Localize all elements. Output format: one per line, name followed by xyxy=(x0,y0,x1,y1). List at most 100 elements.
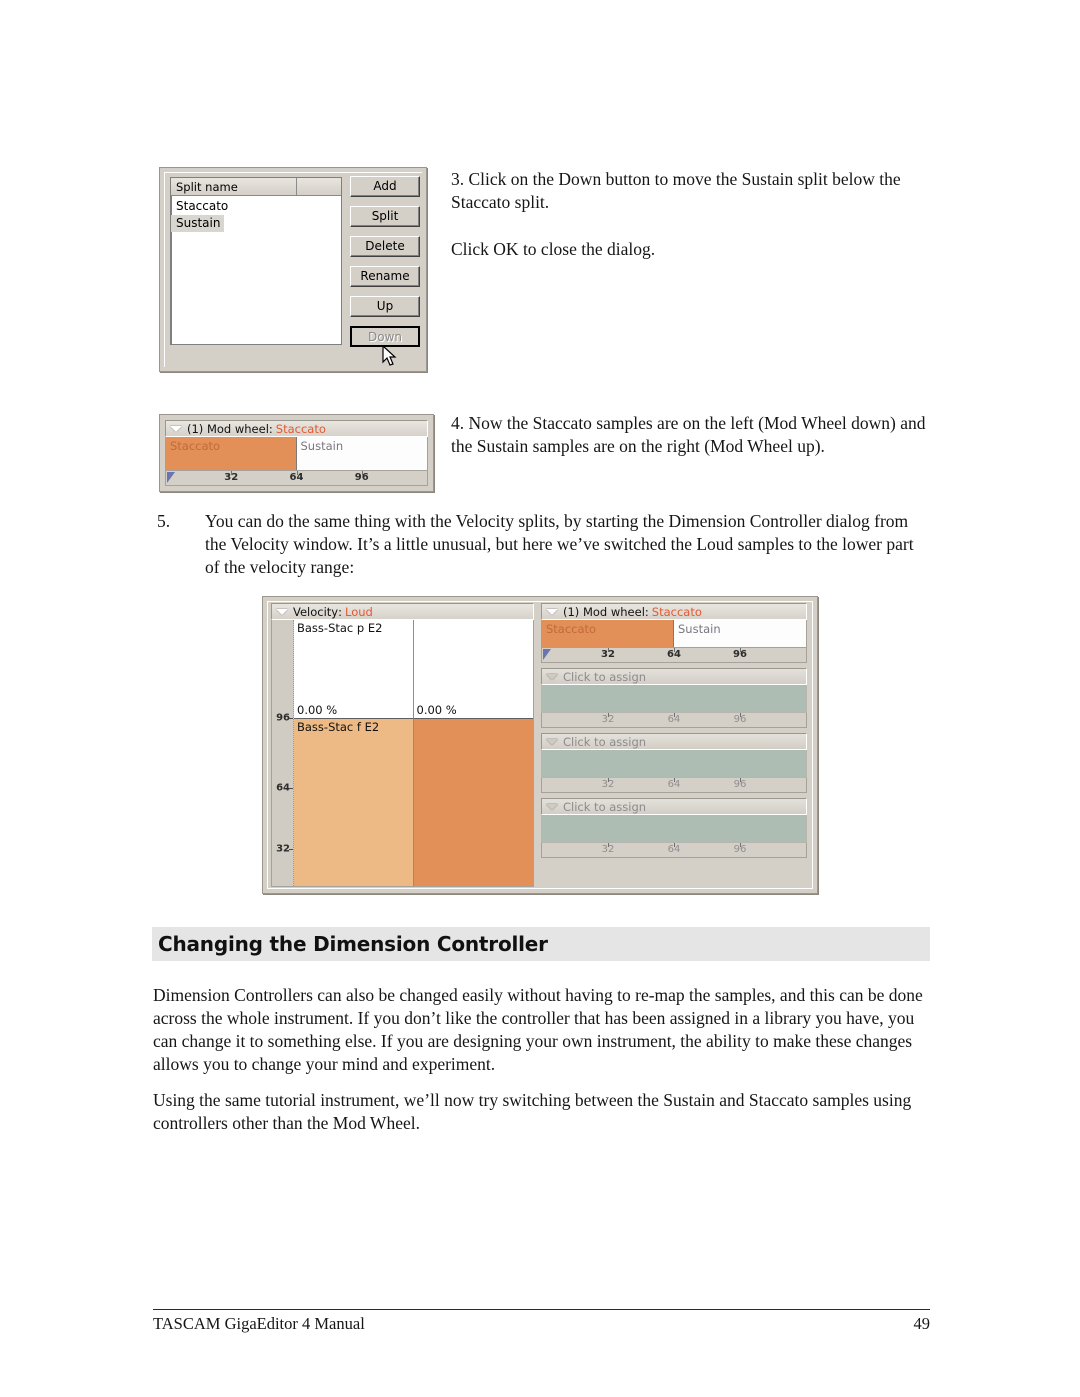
velocity-axis: 96 64 32 xyxy=(272,620,294,886)
split-button[interactable]: Split xyxy=(350,206,420,227)
velocity-title-separator: : xyxy=(338,604,342,619)
list-item-label-selected[interactable]: Sustain xyxy=(171,215,225,232)
zone-sustain[interactable]: Sustain xyxy=(296,437,427,470)
velocity-cell-percent: 0.00 % xyxy=(297,703,338,718)
step-3-text: 3. Click on the Down button to move the … xyxy=(451,168,926,285)
dimension-ruler: 32 64 96 xyxy=(541,648,807,663)
dimension-controller-stack: (1) Mod wheel : Staccato Staccato Sustai… xyxy=(541,603,807,887)
step-5-text: You can do the same thing with the Veloc… xyxy=(205,510,929,579)
mod-wheel-title-bar[interactable]: (1) Mod wheel : Staccato xyxy=(165,420,428,437)
step-3-paragraph-2: Click OK to close the dialog. xyxy=(451,239,656,260)
velocity-axis-tick xyxy=(289,718,293,720)
step-5-paragraph: You can do the same thing with the Veloc… xyxy=(205,511,914,578)
step-4-text: 4. Now the Staccato samples are on the l… xyxy=(451,412,926,458)
split-list-dialog-screenshot: Split name Staccato Sustain Add Split De… xyxy=(159,167,427,372)
dimension-zone-area-empty[interactable] xyxy=(541,750,807,778)
dimension-ruler: 32 64 96 xyxy=(541,843,807,858)
section-heading: Changing the Dimension Controller xyxy=(152,927,930,961)
chevron-down-icon[interactable] xyxy=(546,738,558,745)
click-to-assign-title-bar[interactable]: Click to assign xyxy=(541,798,807,815)
ruler-label: 96 xyxy=(354,472,369,483)
dimension-zone-area-empty[interactable] xyxy=(541,815,807,843)
down-button[interactable]: Down xyxy=(350,326,420,347)
ruler-label: 64 xyxy=(667,649,681,660)
velocity-cell-label: Bass-Stac p E2 xyxy=(297,621,383,635)
split-name-listbox[interactable]: Split name Staccato Sustain xyxy=(170,177,342,345)
velocity-cell-lower-right[interactable] xyxy=(413,718,533,886)
mod-wheel-widget-screenshot: (1) Mod wheel : Staccato Staccato Sustai… xyxy=(159,414,434,492)
velocity-title-bar[interactable]: Velocity : Loud xyxy=(271,603,534,620)
ruler-label: 32 xyxy=(601,714,615,725)
page-footer: TASCAM GigaEditor 4 Manual 49 xyxy=(153,1314,930,1334)
velocity-title-value: Loud xyxy=(345,604,373,619)
list-item[interactable]: Sustain xyxy=(171,214,341,232)
manual-page: Split name Staccato Sustain Add Split De… xyxy=(0,0,1080,1397)
velocity-cell-lower-left[interactable]: Bass-Stac f E2 xyxy=(294,718,414,886)
chevron-down-icon[interactable] xyxy=(546,673,558,680)
click-to-assign-label: Click to assign xyxy=(563,669,647,684)
click-to-assign-label: Click to assign xyxy=(563,799,647,814)
mod-wheel-strip: (1) Mod wheel : Staccato Staccato Sustai… xyxy=(165,420,428,486)
chevron-down-icon[interactable] xyxy=(546,608,558,615)
up-button[interactable]: Up xyxy=(350,296,420,317)
listbox-rows: Staccato Sustain xyxy=(171,197,341,232)
listbox-header-row: Split name xyxy=(171,178,341,196)
velocity-axis-tick xyxy=(289,787,293,789)
section-paragraph-1: Dimension Controllers can also be change… xyxy=(153,984,928,1076)
ruler-label: 64 xyxy=(667,844,681,855)
mod-wheel-title-prefix: (1) Mod wheel xyxy=(187,421,269,436)
click-to-assign-label: Click to assign xyxy=(563,734,647,749)
paragraph-text: Using the same tutorial instrument, we’l… xyxy=(153,1090,912,1134)
section-heading-text: Changing the Dimension Controller xyxy=(158,932,548,956)
velocity-cell-upper-left[interactable]: Bass-Stac p E2 0.00 % xyxy=(294,620,414,719)
chevron-down-icon[interactable] xyxy=(276,608,288,615)
zone-staccato[interactable]: Staccato xyxy=(166,437,297,470)
rename-button[interactable]: Rename xyxy=(350,266,420,287)
add-button[interactable]: Add xyxy=(350,176,420,197)
dimension-strip-unassigned-3: Click to assign 32 64 96 xyxy=(541,798,807,858)
ruler-label: 96 xyxy=(733,779,747,790)
mod-wheel-ruler: 32 64 96 xyxy=(165,471,428,486)
section-paragraph-2: Using the same tutorial instrument, we’l… xyxy=(153,1089,928,1135)
velocity-plot[interactable]: 96 64 32 Bass-Stac p E2 0.00 % 0.00 % Ba… xyxy=(271,620,534,887)
velocity-title-prefix: Velocity xyxy=(293,604,339,619)
step-4-paragraph: 4. Now the Staccato samples are on the l… xyxy=(451,413,926,457)
value-marker-icon[interactable] xyxy=(543,649,551,660)
dimension-title-value: Staccato xyxy=(651,604,702,619)
velocity-cell-upper-right[interactable]: 0.00 % xyxy=(413,620,533,719)
zone-sustain[interactable]: Sustain xyxy=(674,620,806,647)
click-to-assign-title-bar[interactable]: Click to assign xyxy=(541,668,807,685)
velocity-axis-tick xyxy=(289,848,293,850)
zone-staccato[interactable]: Staccato xyxy=(542,620,674,647)
split-dialog-buttons: Add Split Delete Rename Up Down xyxy=(350,176,420,356)
dimension-zone-area[interactable]: Staccato Sustain xyxy=(541,620,807,648)
dimension-strip-unassigned-2: Click to assign 32 64 96 xyxy=(541,733,807,793)
velocity-cells: Bass-Stac p E2 0.00 % 0.00 % Bass-Stac f… xyxy=(294,620,533,886)
delete-button[interactable]: Delete xyxy=(350,236,420,257)
chevron-down-icon[interactable] xyxy=(170,425,182,432)
dimension-zone-area-empty[interactable] xyxy=(541,685,807,713)
list-item-label[interactable]: Staccato xyxy=(171,198,232,215)
dimension-title-bar[interactable]: (1) Mod wheel : Staccato xyxy=(541,603,807,620)
velocity-axis-label: 64 xyxy=(276,782,290,794)
dimension-title-prefix: (1) Mod wheel xyxy=(563,604,645,619)
ruler-label: 96 xyxy=(733,844,747,855)
dimension-strip-unassigned-1: Click to assign 32 64 96 xyxy=(541,668,807,728)
ruler-label: 32 xyxy=(601,649,615,660)
ruler-label: 32 xyxy=(601,779,615,790)
column-header-split-name[interactable]: Split name xyxy=(171,178,298,195)
chevron-down-icon[interactable] xyxy=(546,803,558,810)
paragraph-text: Dimension Controllers can also be change… xyxy=(153,985,923,1075)
list-item[interactable]: Staccato xyxy=(171,197,341,214)
dimension-strip-mod-wheel: (1) Mod wheel : Staccato Staccato Sustai… xyxy=(541,603,807,663)
value-marker-icon[interactable] xyxy=(167,472,175,483)
velocity-cell-label: Bass-Stac f E2 xyxy=(297,720,380,735)
velocity-dimension-window-screenshot: Velocity : Loud 96 64 32 Bass-Stac p E2 … xyxy=(262,596,818,894)
velocity-pane: Velocity : Loud 96 64 32 Bass-Stac p E2 … xyxy=(271,603,534,887)
footer-page-number: 49 xyxy=(913,1314,931,1333)
ruler-label: 32 xyxy=(224,472,239,483)
mod-wheel-title-separator: : xyxy=(268,421,273,436)
column-header-blank[interactable] xyxy=(297,178,341,195)
mod-wheel-zone-area[interactable]: Staccato Sustain xyxy=(165,437,428,471)
click-to-assign-title-bar[interactable]: Click to assign xyxy=(541,733,807,750)
